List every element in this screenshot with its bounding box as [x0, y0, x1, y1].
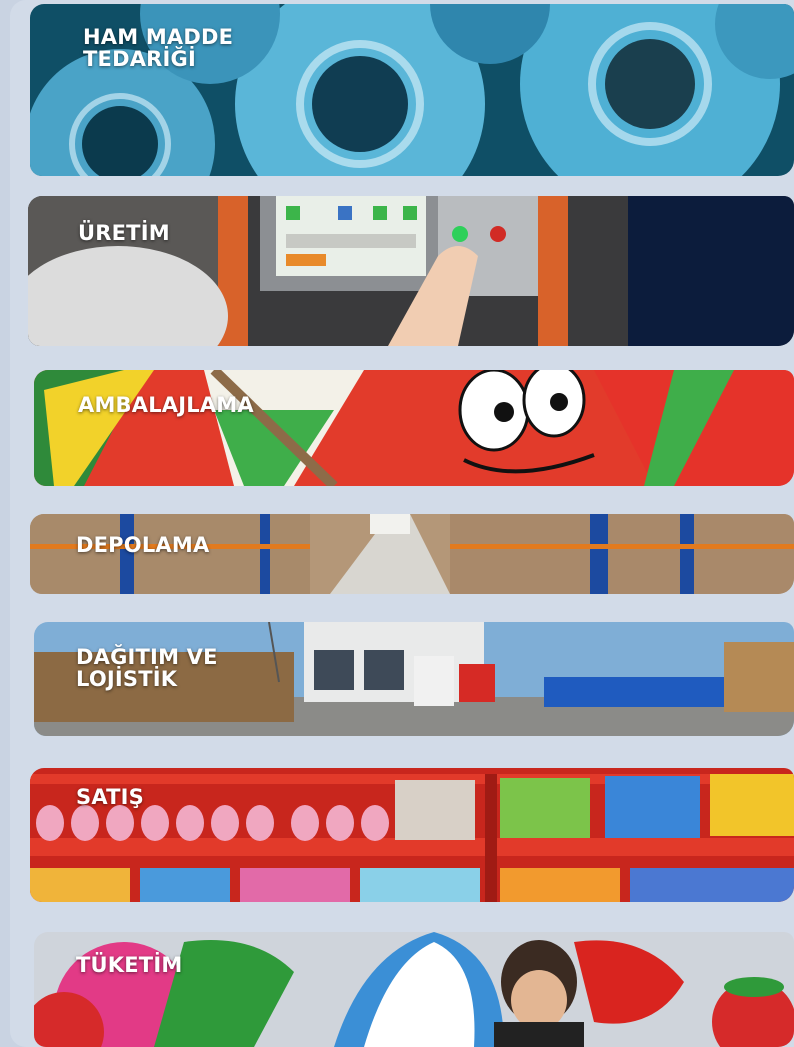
step-label: DEPOLAMA — [76, 533, 210, 557]
step-satis[interactable]: SATIŞ — [30, 768, 794, 902]
step-label: DAĞITIM VE LOJİSTİK — [76, 645, 218, 691]
step-label: ÜRETİM — [78, 221, 170, 245]
child-balloons-image — [34, 932, 794, 1047]
step-dagitim-ve-lojistik[interactable]: DAĞITIM VE LOJİSTİK — [34, 622, 794, 736]
watermelon-packaging-image — [34, 370, 794, 486]
step-label: AMBALAJLAMA — [78, 393, 254, 417]
step-label: TÜKETİM — [76, 953, 183, 977]
step-depolama[interactable]: DEPOLAMA — [30, 514, 794, 594]
step-ambalajlama[interactable]: AMBALAJLAMA — [34, 370, 794, 486]
control-panel-image — [28, 196, 794, 346]
step-uretim[interactable]: ÜRETİM — [28, 196, 794, 346]
step-label: SATIŞ — [76, 785, 145, 809]
step-ham-madde-tedarigi[interactable]: HAM MADDE TEDARİĞİ — [30, 4, 794, 176]
step-label: HAM MADDE TEDARİĞİ — [83, 25, 234, 71]
step-tuketim[interactable]: TÜKETİM — [34, 932, 794, 1047]
store-shelves-image — [30, 768, 794, 902]
